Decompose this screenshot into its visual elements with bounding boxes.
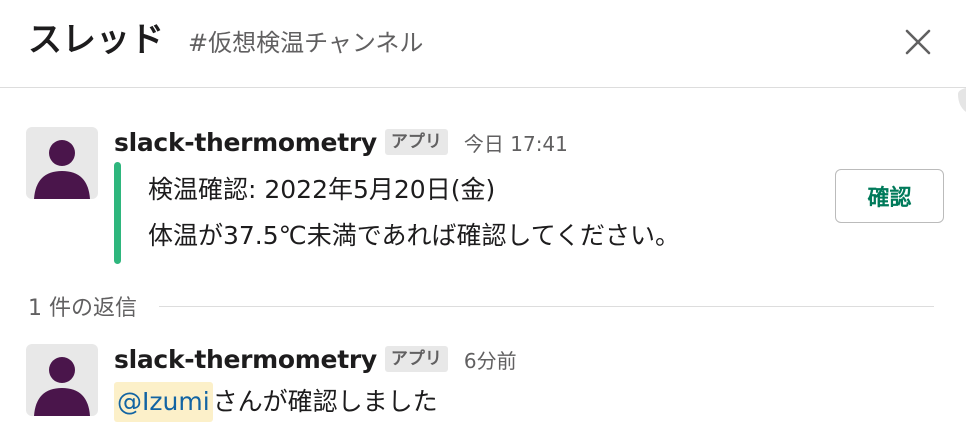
- message-timestamp[interactable]: 6分前: [464, 345, 517, 374]
- message-attachment: 検温確認: 2022年5月20日(金) 体温が37.5℃未満であれば確認してくだ…: [114, 162, 794, 264]
- attachment-title: 検温確認: 2022年5月20日(金): [148, 175, 496, 204]
- avatar[interactable]: [26, 344, 98, 416]
- reply-count: 1 件の返信: [28, 296, 137, 321]
- app-badge: アプリ: [384, 346, 448, 372]
- close-button[interactable]: [898, 22, 938, 62]
- close-icon: [905, 29, 931, 55]
- app-badge: アプリ: [384, 129, 448, 155]
- avatar[interactable]: [26, 127, 98, 199]
- user-mention[interactable]: @Izumi: [114, 382, 213, 422]
- page-title: スレッド: [28, 20, 164, 60]
- attachment-accent-bar: [114, 162, 121, 264]
- user-avatar-icon: [34, 357, 90, 416]
- message-header: slack-thermometry アプリ 6分前: [114, 342, 517, 376]
- channel-name[interactable]: #仮想検温チャンネル: [188, 26, 423, 60]
- confirm-button[interactable]: 確認: [835, 169, 944, 223]
- message-header: slack-thermometry アプリ 今日 17:41: [114, 125, 568, 159]
- attachment-text: 体温が37.5℃未満であれば確認してください。: [148, 221, 680, 250]
- message-text: @Izumi さんが確認しました: [114, 382, 438, 422]
- thread-header: スレッド #仮想検温チャンネル: [0, 0, 966, 88]
- user-avatar-icon: [34, 140, 90, 199]
- message-body: さんが確認しました: [212, 387, 438, 416]
- divider-line: [159, 305, 934, 307]
- message-timestamp[interactable]: 今日 17:41: [464, 128, 568, 157]
- sender-name[interactable]: slack-thermometry: [114, 345, 377, 374]
- scrollbar[interactable]: [954, 88, 966, 112]
- reply-divider: 1 件の返信: [28, 288, 934, 324]
- sender-name[interactable]: slack-thermometry: [114, 128, 377, 157]
